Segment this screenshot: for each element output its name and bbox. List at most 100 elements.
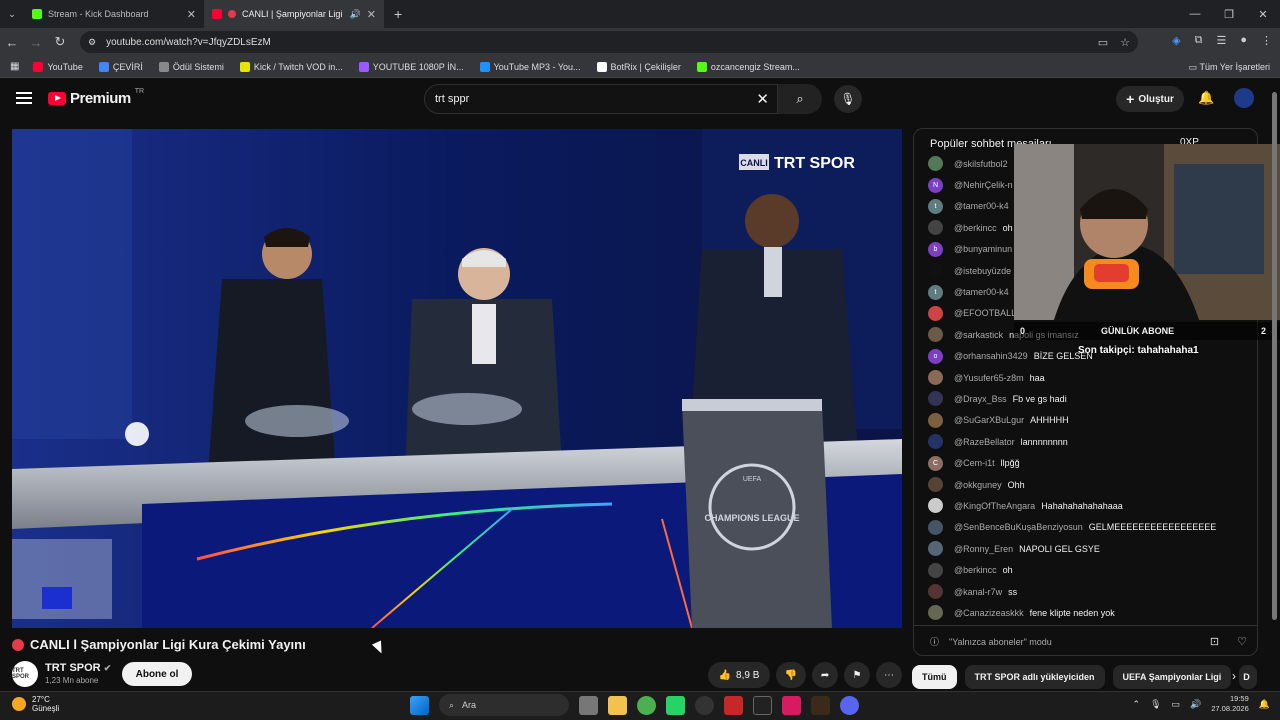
bookmark-youtube-mp3[interactable]: YouTube MP3 - You... [479,61,581,72]
app-red-icon[interactable] [782,695,801,715]
video-player[interactable]: CHAMPIONS LEAGUE UEFA CANLI TRT SPOR [12,129,902,628]
windows-start-icon[interactable] [410,695,429,715]
chat-username[interactable]: @tamer00-k4 [954,287,1009,297]
tab-search-icon[interactable]: ⌄ [0,9,24,20]
speaker-icon[interactable]: 🔊 [350,9,361,20]
page-scrollbar[interactable] [1272,92,1277,620]
bookmark-star-icon[interactable]: ☆ [1120,36,1130,49]
chat-avatar[interactable] [928,498,943,514]
reload-icon[interactable]: ↻ [48,34,72,50]
recorder-icon[interactable] [724,695,743,715]
like-button[interactable]: 👍 8,9 B [708,662,770,688]
chat-username[interactable]: @RazeBellator [954,437,1015,447]
chat-avatar[interactable] [928,370,943,386]
tab-youtube-live[interactable]: CANLI | Şampiyonlar Ligi 🔊 ✕ [204,0,384,28]
chat-avatar[interactable] [928,156,943,172]
chat-username[interactable]: @skilsfutbol2 [954,159,1008,169]
chat-username[interactable]: @Ronny_Eren [954,544,1013,554]
chip-from-uploader[interactable]: TRT SPOR adlı yükleyiciden [964,665,1105,689]
bookmark-youtube[interactable]: YouTube [33,61,83,72]
chat-avatar[interactable] [928,391,943,407]
chat-username[interactable]: @SenBenceBuKuşaBenziyosun [954,522,1083,532]
search-input[interactable]: trt sppr ✕ [424,84,778,114]
chat-avatar[interactable] [928,434,943,450]
chat-avatar[interactable] [928,605,943,621]
super-chat-icon[interactable]: ⊡ [1210,635,1219,648]
extensions-puzzle-icon[interactable]: ⧉ [1195,34,1203,47]
taskbar-search[interactable]: ⌕ Ara [439,694,569,716]
new-tab-icon[interactable]: + [394,6,402,22]
bookmark-botrix[interactable]: BotRix | Çekilişler [596,61,681,72]
chat-username[interactable]: @Drayx_Bss [954,394,1007,404]
dislike-button[interactable]: 👎 [776,662,806,688]
chat-username[interactable]: @berkincc [954,565,997,575]
close-window-icon[interactable]: ✕ [1246,0,1280,28]
chat-username[interactable]: @Cem-i1t [954,458,995,468]
whatsapp-icon[interactable] [666,695,685,715]
tab-groups-icon[interactable]: ☰ [1216,34,1226,47]
restore-icon[interactable]: ❐ [1212,0,1246,28]
extension-icon[interactable]: ◈ [1172,34,1180,47]
chat-avatar[interactable] [928,562,943,578]
chat-avatar[interactable]: b [928,241,943,257]
profile-avatar-icon[interactable]: ● [1240,34,1247,47]
chat-avatar[interactable]: t [928,284,943,300]
chat-username[interactable]: @EFOOTBALL [954,308,1016,318]
create-button[interactable]: + Oluştur [1116,86,1184,112]
bookmark-odul[interactable]: Ödül Sistemi [158,61,224,72]
bookmark-ceviri[interactable]: ÇEVİRİ [98,61,143,72]
chat-username[interactable]: @kanal-r7w [954,587,1002,597]
notification-bell-icon[interactable]: 🔔 [1259,699,1270,710]
chrome-icon[interactable] [637,695,656,715]
menu-dots-icon[interactable]: ⋮ [1261,34,1272,47]
chip-champions-league[interactable]: UEFA Şampiyonlar Ligi [1112,665,1232,689]
close-tab-icon[interactable]: ✕ [187,8,196,21]
tab-kick-dashboard[interactable]: Stream - Kick Dashboard ✕ [24,0,204,28]
address-bar[interactable]: ⚙ youtube.com/watch?v=JfqyZDLsEzM ▭ ☆ [80,31,1138,53]
task-view-icon[interactable] [579,695,598,715]
search-button[interactable]: ⌕ [778,84,822,114]
chat-username[interactable]: @berkincc [954,223,997,233]
channel-name[interactable]: TRT SPOR ✔ [45,662,111,674]
notifications-bell-icon[interactable]: 🔔 [1198,90,1214,106]
chip-all[interactable]: Tümü [912,665,957,689]
obs-icon[interactable] [695,695,714,715]
bookmark-kick-vod[interactable]: Kick / Twitch VOD in... [239,61,343,72]
game-icon[interactable] [811,695,830,715]
apps-grid-icon[interactable]: ▦ [10,61,19,72]
info-icon[interactable]: ⓘ [930,635,939,648]
chat-username[interactable]: @sarkastick [954,330,1003,340]
chat-avatar[interactable] [928,327,943,343]
network-icon[interactable]: ▭ [1172,699,1181,710]
cast-icon[interactable]: ▭ [1098,36,1108,49]
chat-username[interactable]: @tamer00-k4 [954,201,1009,211]
heart-icon[interactable]: ♡ [1237,635,1247,648]
discord-icon[interactable] [840,695,859,715]
back-icon[interactable]: ← [0,35,24,50]
chat-username[interactable]: @orhansahin3429 [954,351,1028,361]
minimize-icon[interactable]: — [1178,0,1212,28]
close-tab-icon[interactable]: ✕ [367,8,376,21]
chat-avatar[interactable] [928,412,943,428]
more-actions-button[interactable]: ⋯ [876,662,902,688]
weather-widget[interactable]: 27°C Güneşli [12,695,59,713]
chat-username[interactable]: @istebuyüzde [954,266,1011,276]
chat-avatar[interactable] [928,477,943,493]
chat-avatar[interactable] [928,220,943,236]
terminal-icon[interactable] [753,695,772,715]
mic-tray-icon[interactable]: 🎙 [1150,699,1161,710]
chat-avatar[interactable]: C [928,455,943,471]
file-explorer-icon[interactable] [608,695,627,715]
clear-search-icon[interactable]: ✕ [756,90,769,108]
voice-search-button[interactable]: 🎙 [834,85,862,113]
chat-avatar[interactable] [928,263,943,279]
forward-icon[interactable]: → [24,35,48,50]
chat-avatar[interactable] [928,519,943,535]
channel-avatar[interactable]: TRT SPOR [12,661,38,687]
tray-chevron-icon[interactable]: ⌃ [1133,699,1141,710]
all-bookmarks[interactable]: ▭ Tüm Yer İşaretleri [1189,62,1270,73]
share-button[interactable]: ➦ [812,662,838,688]
chat-avatar[interactable] [928,541,943,557]
chat-avatar[interactable]: t [928,198,943,214]
site-info-icon[interactable]: ⚙ [88,37,96,48]
